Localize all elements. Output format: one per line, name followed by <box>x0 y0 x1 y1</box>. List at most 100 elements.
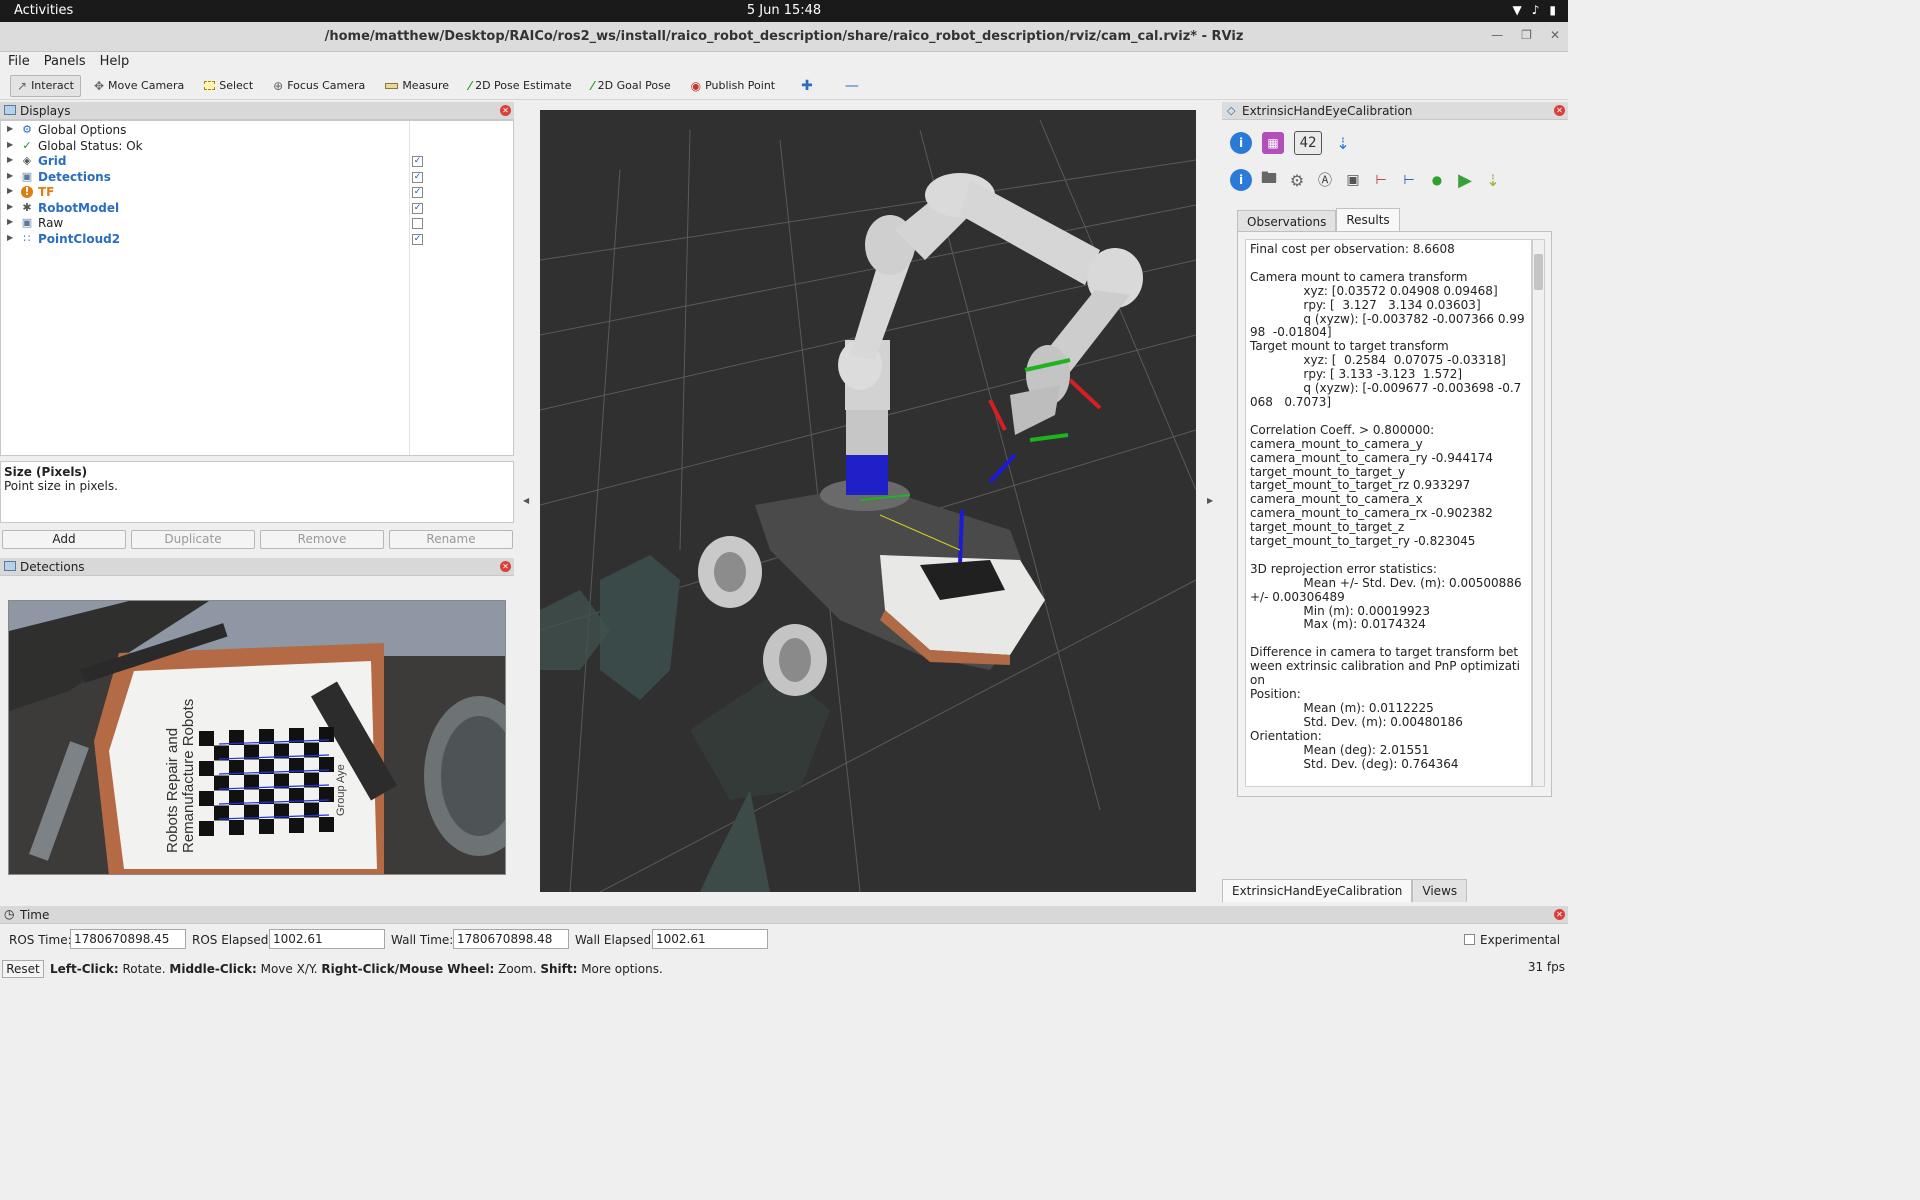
display-enable-checkbox[interactable]: ✓ <box>412 202 423 214</box>
monitor-icon: ▣ <box>21 216 33 229</box>
menu-help[interactable]: Help <box>100 52 130 72</box>
maximize-icon[interactable]: ❐ <box>1521 28 1532 42</box>
expand-arrow-icon[interactable]: ▶ <box>7 217 13 226</box>
experimental-checkbox[interactable] <box>1464 934 1475 945</box>
expand-arrow-icon[interactable]: ▶ <box>7 171 13 180</box>
expand-arrow-icon[interactable]: ▶ <box>7 124 13 133</box>
wall-elapsed-field[interactable]: 1002.61 <box>652 929 768 949</box>
info-icon[interactable]: i <box>1230 132 1252 154</box>
close-panel-icon[interactable]: ✕ <box>1554 105 1565 116</box>
select-icon <box>204 81 216 90</box>
close-panel-icon[interactable]: ✕ <box>1554 909 1565 920</box>
axes-target-icon[interactable]: ⊢ <box>1398 169 1420 191</box>
property-description: Size (Pixels) Point size in pixels. <box>0 461 514 523</box>
plus-icon: ✚ <box>801 77 813 94</box>
collapse-right-icon[interactable]: ▶ <box>1207 496 1213 505</box>
hint-action: Zoom. <box>494 962 541 976</box>
display-enable-checkbox[interactable] <box>412 218 423 229</box>
display-item-global-status-ok[interactable]: ▶ ✓ Global Status: Ok <box>1 139 513 154</box>
experimental-label: Experimental <box>1480 933 1561 947</box>
results-text-area[interactable]: Final cost per observation: 8.6608 Camer… <box>1245 239 1532 787</box>
search-a-icon[interactable]: Ⓐ <box>1314 169 1336 191</box>
close-icon[interactable]: ✕ <box>1550 28 1560 42</box>
tool-publish-point[interactable]: ◉ Publish Point <box>684 75 783 97</box>
display-item-pointcloud2[interactable]: ▶ ∷ PointCloud2 ✓ <box>1 232 513 247</box>
remove-tool-button[interactable]: — <box>838 74 866 98</box>
expand-arrow-icon[interactable]: ▶ <box>7 155 13 164</box>
board-text-line-2: Remanufacture Robots <box>180 699 197 853</box>
folder-icon[interactable]: 🖿 <box>1258 168 1280 191</box>
display-enable-checkbox[interactable]: ✓ <box>412 171 423 183</box>
tool-interact[interactable]: ↗ Interact <box>10 74 81 97</box>
ros-elapsed-field[interactable]: 1002.61 <box>269 929 385 949</box>
menu-file[interactable]: File <box>8 52 30 72</box>
reset-button[interactable]: Reset <box>2 960 44 978</box>
display-item-detections[interactable]: ▶ ▣ Detections ✓ <box>1 170 513 185</box>
tab-results[interactable]: Results <box>1336 208 1400 233</box>
tab-views[interactable]: Views <box>1412 879 1468 902</box>
save-down-arrow-icon[interactable]: ⇣ <box>1482 169 1504 191</box>
display-item-raw[interactable]: ▶ ▣ Raw <box>1 216 513 231</box>
render-viewport-3d[interactable] <box>540 110 1196 892</box>
add-tool-button[interactable]: ✚ <box>794 74 820 98</box>
detections-panel-header: Detections ✕ <box>0 558 514 576</box>
monitor-icon <box>4 105 16 115</box>
volume-icon: ♪ <box>1531 3 1540 17</box>
wall-time-field[interactable]: 1780670898.48 <box>453 929 569 949</box>
close-panel-icon[interactable]: ✕ <box>500 105 511 116</box>
results-scrollbar[interactable] <box>1532 239 1545 787</box>
tool-move-camera[interactable]: ✥ Move Camera <box>87 75 191 97</box>
menu-panels[interactable]: Panels <box>44 52 86 72</box>
minimize-icon[interactable]: — <box>1491 28 1503 42</box>
play-icon[interactable]: ▶ <box>1454 169 1476 191</box>
crosshair-icon: ⊕ <box>273 78 284 93</box>
hint-key: Right-Click/Mouse Wheel: <box>321 962 495 976</box>
system-top-bar: Activities 5 Jun 15:48 ▼ ♪ ▮ <box>0 0 1568 22</box>
display-enable-checkbox[interactable]: ✓ <box>412 156 423 167</box>
tool-2d-goal-pose[interactable]: ⁄ 2D Goal Pose <box>585 75 678 97</box>
gear-icon: ⚙ <box>22 123 32 136</box>
expand-arrow-icon[interactable]: ▶ <box>7 186 13 195</box>
tool-select[interactable]: Select <box>197 75 260 96</box>
display-item-global-options[interactable]: ▶ ⚙ Global Options <box>1 123 513 138</box>
close-panel-icon[interactable]: ✕ <box>500 561 511 572</box>
duplicate-display-button[interactable]: Duplicate <box>131 530 255 549</box>
checker-square <box>289 818 304 833</box>
time-panel-body: ROS Time: 1780670898.45 ROS Elapsed: 100… <box>0 928 1568 952</box>
ros-time-field[interactable]: 1780670898.45 <box>70 929 186 949</box>
download-arrow-icon[interactable]: ⇣ <box>1332 132 1354 154</box>
display-item-robotmodel[interactable]: ▶ ✱ RobotModel ✓ <box>1 201 513 216</box>
scrollbar-thumb[interactable] <box>1534 254 1543 290</box>
system-clock[interactable]: 5 Jun 15:48 <box>0 3 1568 18</box>
collapse-left-icon[interactable]: ◀ <box>523 496 529 505</box>
tool-2d-pose-estimate[interactable]: ⁄ 2D Pose Estimate <box>462 75 579 97</box>
detections-camera-image: Robots Repair and Remanufacture Robots G… <box>8 600 506 875</box>
fps-readout: 31 fps <box>1527 960 1565 974</box>
add-display-button[interactable]: Add <box>2 530 126 549</box>
display-enable-checkbox[interactable]: ✓ <box>412 233 423 245</box>
axes-icon[interactable]: ⊢ <box>1370 169 1392 191</box>
gear-icon[interactable]: ⚙ <box>1286 169 1308 191</box>
ros-time-label: ROS Time: <box>9 933 72 947</box>
expand-arrow-icon[interactable]: ▶ <box>7 140 13 149</box>
rename-display-button[interactable]: Rename <box>389 530 513 549</box>
camera-icon[interactable]: ▣ <box>1342 169 1364 191</box>
system-tray[interactable]: ▼ ♪ ▮ <box>1512 3 1556 17</box>
tool-focus-camera[interactable]: ⊕ Focus Camera <box>266 75 372 97</box>
display-item-grid[interactable]: ▶ ◈ Grid ✓ <box>1 154 513 169</box>
board-text-line-3: Group Aye <box>335 764 347 816</box>
expand-arrow-icon[interactable]: ▶ <box>7 202 13 211</box>
calibration-panel-header: ◇ ExtrinsicHandEyeCalibration ✕ <box>1222 102 1568 120</box>
display-enable-checkbox[interactable]: ✓ <box>412 187 423 198</box>
tool-measure[interactable]: Measure <box>378 75 456 96</box>
remove-display-button[interactable]: Remove <box>260 530 384 549</box>
info-icon[interactable]: i <box>1230 169 1252 191</box>
checker-square <box>259 819 274 834</box>
display-item-tf[interactable]: ▶! TF ✓ <box>1 185 513 200</box>
point-cloud-icon: ∷ <box>23 231 31 245</box>
image-add-icon[interactable]: ▦ <box>1262 132 1284 154</box>
tab-extrinsic-hand-eye[interactable]: ExtrinsicHandEyeCalibration <box>1222 879 1413 902</box>
expand-arrow-icon[interactable]: ▶ <box>7 233 13 242</box>
right-dock-tabs: ExtrinsicHandEyeCalibration Views <box>1222 879 1468 902</box>
green-dot-icon[interactable]: ● <box>1426 169 1448 191</box>
